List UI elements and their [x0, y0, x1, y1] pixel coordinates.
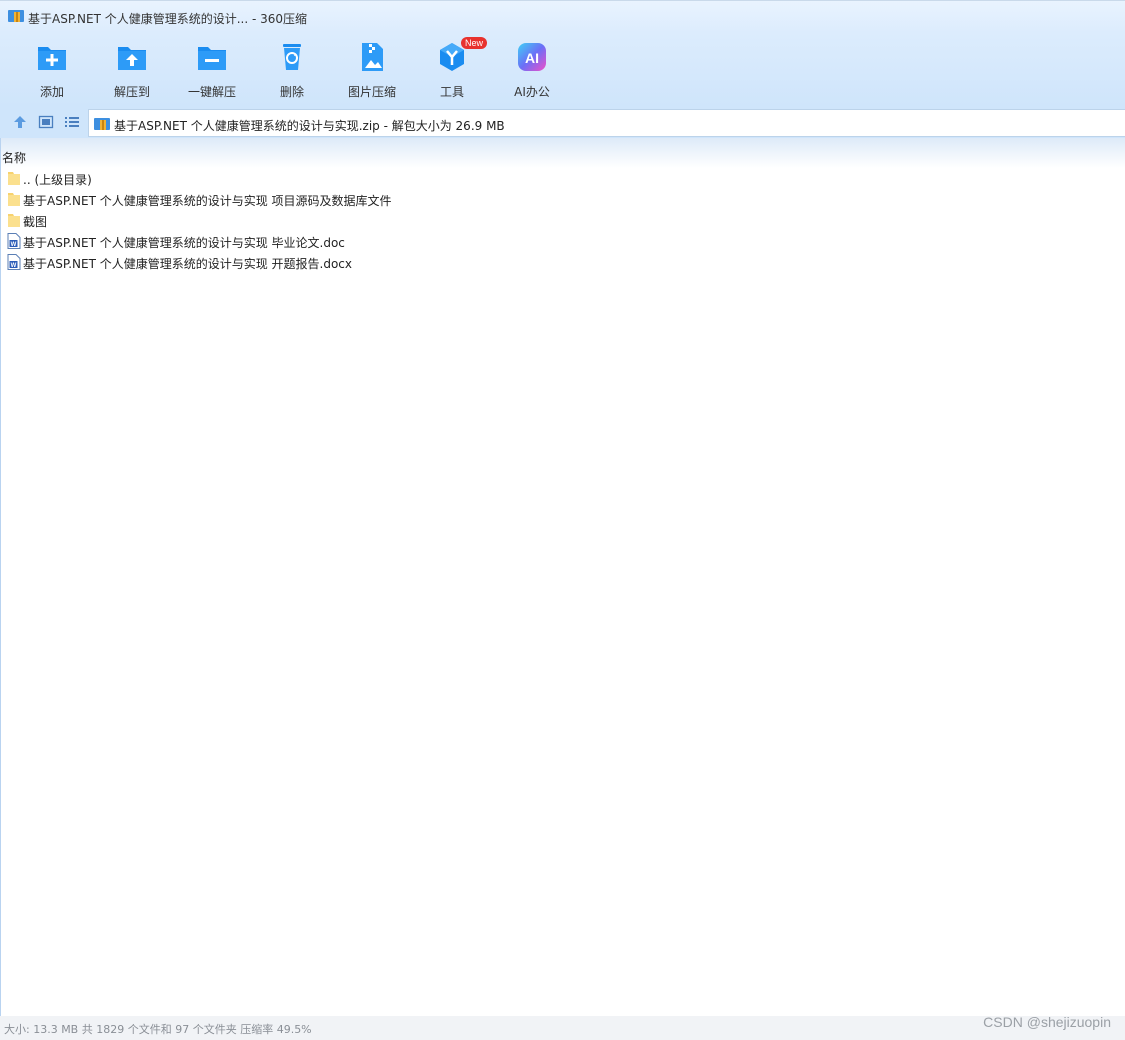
svg-text:AI: AI — [525, 50, 539, 66]
address-field[interactable]: 基于ASP.NET 个人健康管理系统的设计与实现.zip - 解包大小为 26.… — [88, 109, 1125, 137]
list-item[interactable]: 基于ASP.NET 个人健康管理系统的设计与实现 项目源码及数据库文件 — [5, 189, 605, 209]
one-click-extract-icon — [198, 47, 226, 70]
add-label: 添加 — [39, 85, 64, 99]
list-item[interactable]: 截图 — [5, 210, 605, 230]
tools-button[interactable]: New 工具 — [416, 37, 488, 100]
name-column-header[interactable]: 名称 — [2, 149, 26, 166]
zip-archive-icon — [94, 118, 110, 130]
list-item[interactable]: W 基于ASP.NET 个人健康管理系统的设计与实现 开题报告.docx — [5, 252, 605, 272]
new-badge: New — [461, 37, 488, 49]
extract-to-label: 解压到 — [113, 85, 150, 99]
one-click-extract-label: 一键解压 — [187, 85, 236, 99]
add-button[interactable]: 添加 — [16, 38, 88, 100]
image-compress-button[interactable]: 图片压缩 — [336, 38, 408, 100]
toolbar: 添加 解压到 一键解压 删除 图片压缩 New 工具 AI AI办公 — [0, 32, 1125, 106]
file-list: 名称 .. (上级目录) 基于ASP.NET 个人健康管理系统的设计与实现 项目… — [0, 138, 1125, 1016]
ai-office-icon: AI — [518, 43, 546, 71]
address-bar: 基于ASP.NET 个人健康管理系统的设计与实现.zip - 解包大小为 26.… — [0, 106, 1125, 138]
svg-text:W: W — [11, 263, 17, 269]
folder-icon — [8, 214, 20, 227]
extract-to-button[interactable]: 解压到 — [96, 38, 168, 100]
list-item-name: 截图 — [23, 215, 48, 229]
folder-icon — [8, 193, 20, 206]
list-header: 名称 — [1, 138, 1125, 168]
list-item-name: 基于ASP.NET 个人健康管理系统的设计与实现 毕业论文.doc — [23, 236, 345, 250]
ai-office-label: AI办公 — [514, 85, 550, 99]
recycle-bin-icon — [283, 44, 301, 70]
one-click-extract-button[interactable]: 一键解压 — [176, 38, 248, 100]
thumbnail-view-icon[interactable] — [38, 114, 54, 130]
list-item-name: 基于ASP.NET 个人健康管理系统的设计与实现 开题报告.docx — [23, 257, 352, 271]
up-arrow-icon[interactable] — [12, 114, 28, 130]
delete-button[interactable]: 删除 — [256, 38, 328, 100]
list-item-name: .. (上级目录) — [23, 173, 92, 187]
extract-to-icon — [118, 47, 146, 70]
image-compress-label: 图片压缩 — [347, 85, 396, 99]
window-title: 基于ASP.NET 个人健康管理系统的设计... - 360压缩 — [28, 12, 308, 26]
delete-label: 删除 — [279, 85, 304, 99]
watermark: CSDN @shejizuopin — [983, 1014, 1111, 1030]
word-document-icon: W — [7, 254, 21, 270]
tools-label: 工具 — [439, 85, 464, 99]
status-bar: 大小: 13.3 MB 共 1829 个文件和 97 个文件夹 压缩率 49.5… — [0, 1014, 1125, 1040]
ai-office-button[interactable]: AI AI办公 — [496, 38, 568, 100]
svg-text:W: W — [11, 242, 17, 248]
title-bar: 基于ASP.NET 个人健康管理系统的设计... - 360压缩 — [0, 0, 1125, 33]
status-text: 大小: 13.3 MB 共 1829 个文件和 97 个文件夹 压缩率 49.5… — [4, 1023, 312, 1036]
folder-icon — [8, 172, 20, 185]
zip-archive-icon — [8, 10, 24, 22]
list-view-icon[interactable] — [64, 114, 80, 130]
image-compress-icon — [362, 43, 383, 71]
list-item-parent-directory[interactable]: .. (上级目录) — [5, 168, 605, 188]
list-item[interactable]: W 基于ASP.NET 个人健康管理系统的设计与实现 毕业论文.doc — [5, 231, 605, 251]
address-text: 基于ASP.NET 个人健康管理系统的设计与实现.zip - 解包大小为 26.… — [114, 119, 505, 133]
list-item-name: 基于ASP.NET 个人健康管理系统的设计与实现 项目源码及数据库文件 — [23, 194, 392, 208]
word-document-icon: W — [7, 233, 21, 249]
add-folder-icon — [38, 47, 66, 70]
